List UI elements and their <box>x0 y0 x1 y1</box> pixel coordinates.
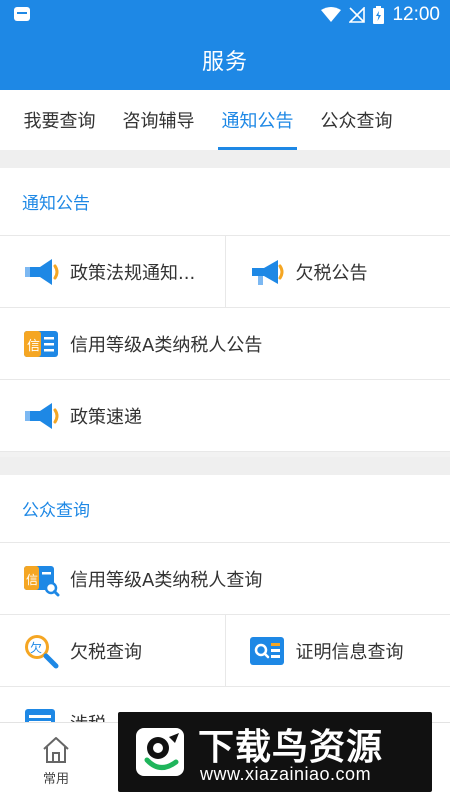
credit-list-icon: 信 <box>24 330 58 357</box>
item-label: 政策法规通知... <box>70 262 196 284</box>
credit-search-icon: 信 <box>24 565 60 596</box>
title-bar: 服务 <box>0 30 450 90</box>
no-signal-icon <box>349 7 366 23</box>
watermark-url: www.xiazainiao.com <box>200 764 372 784</box>
wifi-icon <box>321 7 342 22</box>
public-query-section: 公众查询 信 信用等级A类纳税人查询 欠 欠税查询 证明信息查询 <box>0 475 450 722</box>
notification-icon <box>14 7 30 21</box>
list-row: 政策法规通知... 欠税公告 <box>0 236 450 308</box>
item-label: 证明信息查询 <box>295 641 404 663</box>
bird-logo-icon <box>136 728 184 776</box>
watermark-banner: 下载鸟资源 www.xiazainiao.com <box>118 712 432 792</box>
home-icon <box>43 737 69 763</box>
credit-a-notice-item[interactable]: 信 信用等级A类纳税人公告 <box>0 308 450 379</box>
page-title: 服务 <box>201 50 248 75</box>
section-title-public-query: 公众查询 <box>0 475 450 543</box>
svg-text:欠: 欠 <box>30 640 42 655</box>
policy-notice-item[interactable]: 政策法规通知... <box>0 236 225 307</box>
nav-common[interactable]: 常用 <box>24 735 88 795</box>
item-label: 欠税公告 <box>295 262 368 284</box>
tab-bar: 我要查询 咨询辅导 通知公告 公众查询 <box>0 90 450 150</box>
item-label: 政策速递 <box>70 406 142 428</box>
item-label: 信用等级A类纳税人查询 <box>70 569 263 591</box>
tab-public-query[interactable]: 公众查询 <box>307 90 406 150</box>
megaphone-icon <box>25 402 59 429</box>
tax-arrears-notice-item[interactable]: 欠税公告 <box>224 236 450 307</box>
tax-arrears-query-item[interactable]: 欠 欠税查询 <box>0 615 225 686</box>
policy-express-item[interactable]: 政策速递 <box>0 380 450 451</box>
credit-a-query-item[interactable]: 信 信用等级A类纳税人查询 <box>0 543 450 614</box>
section-divider <box>0 457 450 475</box>
tab-consulting[interactable]: 咨询辅导 <box>109 90 208 150</box>
megaphone-icon <box>25 258 59 285</box>
list-row: 信 信用等级A类纳税人公告 <box>0 308 450 380</box>
tax-search-icon: 欠 <box>25 634 59 668</box>
document-icon <box>25 708 55 722</box>
item-label: 信用等级A类纳税人公告 <box>70 334 263 356</box>
certificate-search-icon <box>249 636 284 665</box>
status-time: 12:00 <box>392 4 440 25</box>
section-title-notices: 通知公告 <box>0 168 450 236</box>
tab-my-query[interactable]: 我要查询 <box>10 90 109 150</box>
svg-text:信: 信 <box>26 573 38 587</box>
item-label: 欠税查询 <box>70 641 142 663</box>
nav-label: 常用 <box>42 772 69 787</box>
watermark-title: 下载鸟资源 <box>198 727 384 768</box>
tab-notices[interactable]: 通知公告 <box>208 90 307 150</box>
status-bar: 12:00 <box>0 0 450 30</box>
megaphone-icon <box>251 259 283 285</box>
list-row: 政策速递 <box>0 380 450 452</box>
list-row: 信 信用等级A类纳税人查询 <box>0 543 450 615</box>
certificate-query-item[interactable]: 证明信息查询 <box>224 615 450 686</box>
section-divider <box>0 150 450 168</box>
notices-section: 通知公告 政策法规通知... 欠税公告 信 信用等级A类纳税人公告 政策速递 <box>0 168 450 452</box>
item-label: 涉税 <box>70 710 106 723</box>
list-row: 欠 欠税查询 证明信息查询 <box>0 615 450 687</box>
battery-charging-icon <box>373 6 385 24</box>
svg-text:信: 信 <box>27 339 40 354</box>
